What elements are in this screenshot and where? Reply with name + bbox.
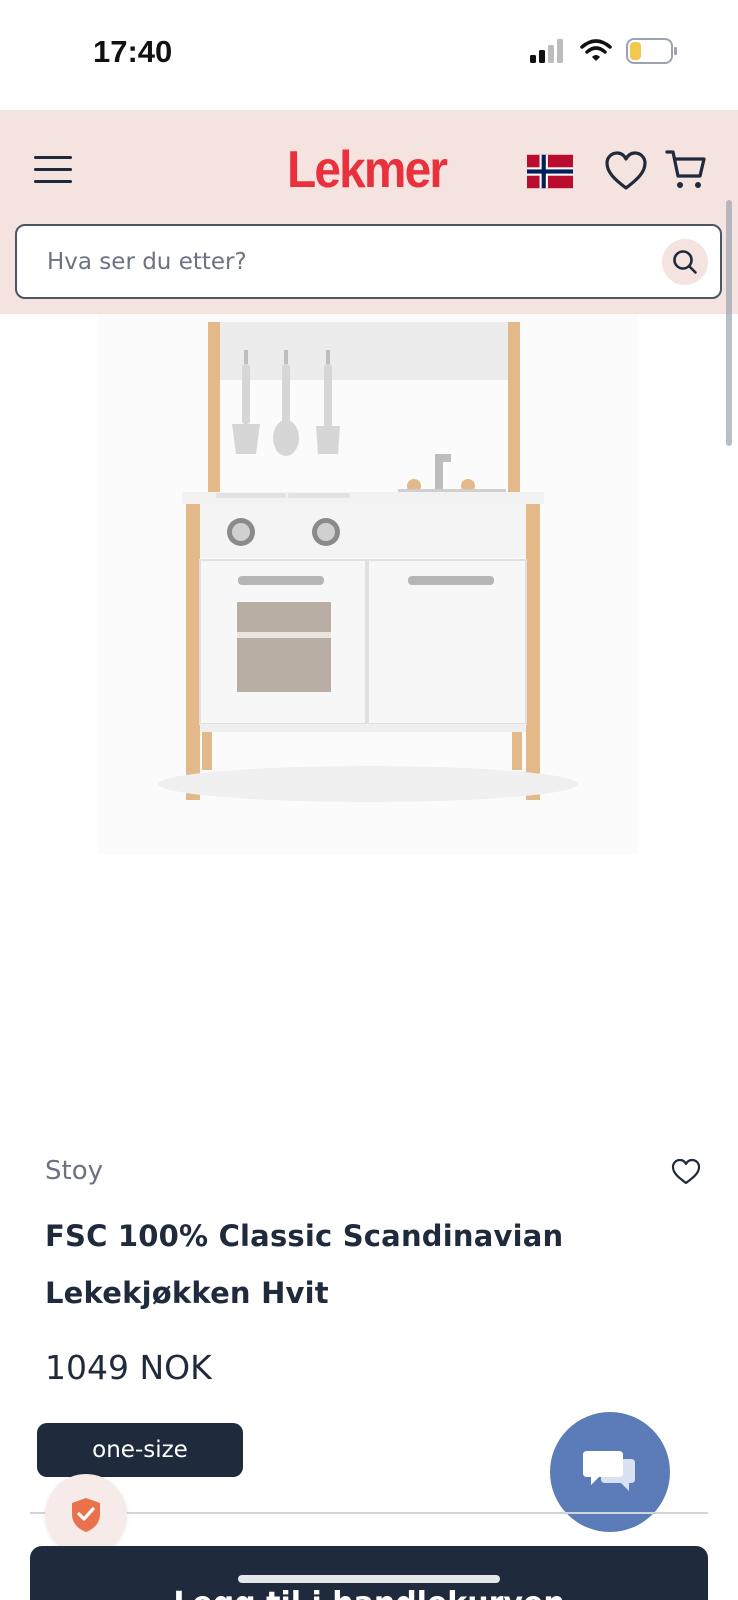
size-selector[interactable]: one-size xyxy=(37,1423,243,1477)
trust-badge-button[interactable] xyxy=(45,1474,127,1556)
scrollbar[interactable] xyxy=(726,200,732,446)
favorite-heart-icon[interactable] xyxy=(671,1158,701,1186)
search-bar xyxy=(15,224,722,299)
product-image[interactable] xyxy=(98,314,638,854)
play-kitchen-illustration xyxy=(158,322,578,802)
cart-icon[interactable] xyxy=(665,148,707,192)
logo[interactable]: Lekmer xyxy=(287,140,448,200)
battery-icon xyxy=(626,38,677,64)
product-price: 1049 NOK xyxy=(45,1348,212,1387)
divider xyxy=(30,1512,708,1514)
status-bar: 17:40 xyxy=(0,0,738,110)
status-time: 17:40 xyxy=(93,34,173,69)
add-to-cart-button[interactable]: Legg til i handlekurven xyxy=(30,1546,708,1600)
shield-check-icon xyxy=(72,1498,100,1532)
product-title: FSC 100% Classic Scandinavian Lekekjøkke… xyxy=(45,1219,564,1310)
chat-icon xyxy=(583,1451,635,1491)
site-header: Lekmer xyxy=(0,110,738,314)
search-button[interactable] xyxy=(662,239,708,285)
menu-icon xyxy=(34,156,72,159)
menu-button[interactable] xyxy=(34,156,72,186)
cellular-signal-icon xyxy=(530,39,563,63)
search-input[interactable] xyxy=(47,244,647,280)
chat-button[interactable] xyxy=(550,1412,670,1532)
norway-flag-icon[interactable] xyxy=(527,154,573,189)
product-brand[interactable]: Stoy xyxy=(45,1156,103,1186)
heart-icon[interactable] xyxy=(604,150,648,192)
home-indicator xyxy=(238,1575,500,1583)
status-icons xyxy=(530,38,678,64)
add-to-cart-label: Legg til i handlekurven xyxy=(173,1586,564,1600)
search-icon xyxy=(673,250,697,274)
wifi-icon xyxy=(580,39,612,61)
